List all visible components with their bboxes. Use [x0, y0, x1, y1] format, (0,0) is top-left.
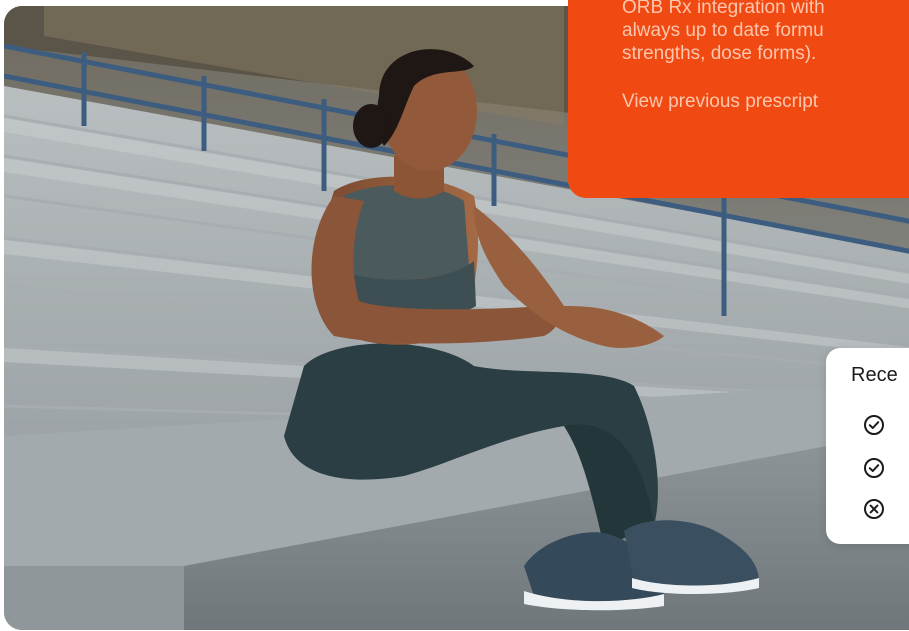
view-previous-prescriptions-link[interactable]: View previous prescript — [622, 90, 818, 113]
integration-promo-card: ORB Rx integration with always up to dat… — [568, 0, 909, 198]
status-list-item — [862, 498, 886, 519]
status-list-item — [862, 457, 886, 478]
page: ORB Rx integration with always up to dat… — [0, 0, 909, 631]
promo-description-line: strengths, dose forms). — [622, 43, 817, 64]
promo-description-line: always up to date formu — [622, 20, 824, 41]
recent-card-title: Rece — [851, 364, 898, 386]
check-circle-icon — [864, 414, 884, 435]
recent-status-list — [862, 414, 886, 541]
promo-description-line: ORB Rx integration with — [622, 0, 825, 18]
recent-activity-card: Rece — [826, 348, 909, 544]
promo-description: ORB Rx integration with always up to dat… — [622, 0, 909, 65]
x-circle-icon — [864, 498, 884, 519]
status-list-item — [862, 414, 886, 435]
check-circle-icon — [864, 457, 884, 478]
